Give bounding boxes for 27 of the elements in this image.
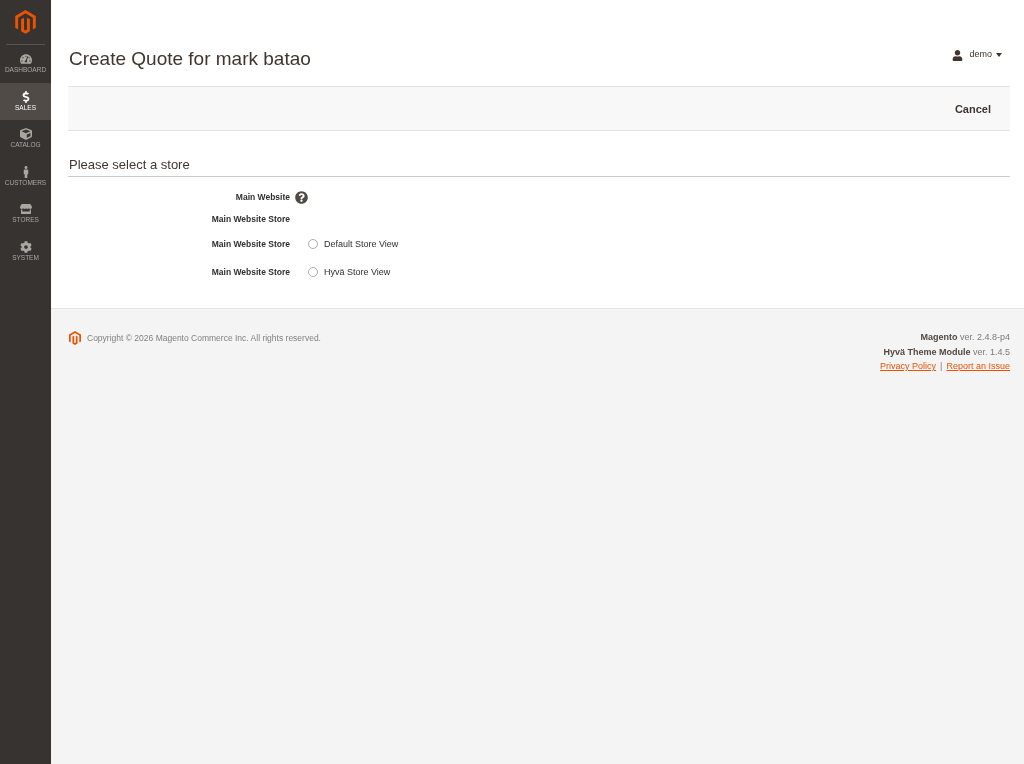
- storefront-icon: [19, 203, 32, 215]
- version-text: Hyvä Theme Module ver. 1.4.5: [883, 345, 1010, 359]
- user-icon: [952, 49, 964, 61]
- logo-icon[interactable]: [15, 10, 36, 34]
- link-separator: |: [940, 360, 943, 373]
- copyright-text: Copyright © 2026 Magento Commerce Inc. All rights reserved.: [87, 331, 321, 344]
- store-view-option-label: Hyvä Store View: [324, 266, 391, 278]
- radio-button[interactable]: [308, 267, 318, 277]
- caret-icon: [996, 53, 1002, 57]
- store-label: Main Website Store: [210, 213, 290, 225]
- store-label: Main Website: [234, 191, 290, 203]
- store-view-option-label: Default Store View: [324, 238, 399, 250]
- footer-link[interactable]: Privacy Policy: [880, 359, 937, 374]
- version-text: Magento ver. 2.4.8-p4: [920, 331, 1010, 344]
- footer-link[interactable]: Report an Issue: [946, 359, 1010, 374]
- cube-icon: [19, 128, 32, 140]
- store-label: Main Website Store: [210, 238, 290, 250]
- user-menu[interactable]: demo: [952, 48, 1002, 62]
- section-title: Please select a store: [68, 156, 191, 174]
- page-title: Create Quote for mark batao: [68, 48, 311, 70]
- store-label: Main Website Store: [210, 266, 290, 278]
- gauge-icon: [19, 53, 32, 65]
- help-icon[interactable]: [295, 190, 308, 204]
- radio-button[interactable]: [308, 239, 318, 249]
- logo-icon: [69, 330, 81, 345]
- cancel-button[interactable]: Cancel: [950, 97, 995, 120]
- gear-icon: [19, 240, 32, 253]
